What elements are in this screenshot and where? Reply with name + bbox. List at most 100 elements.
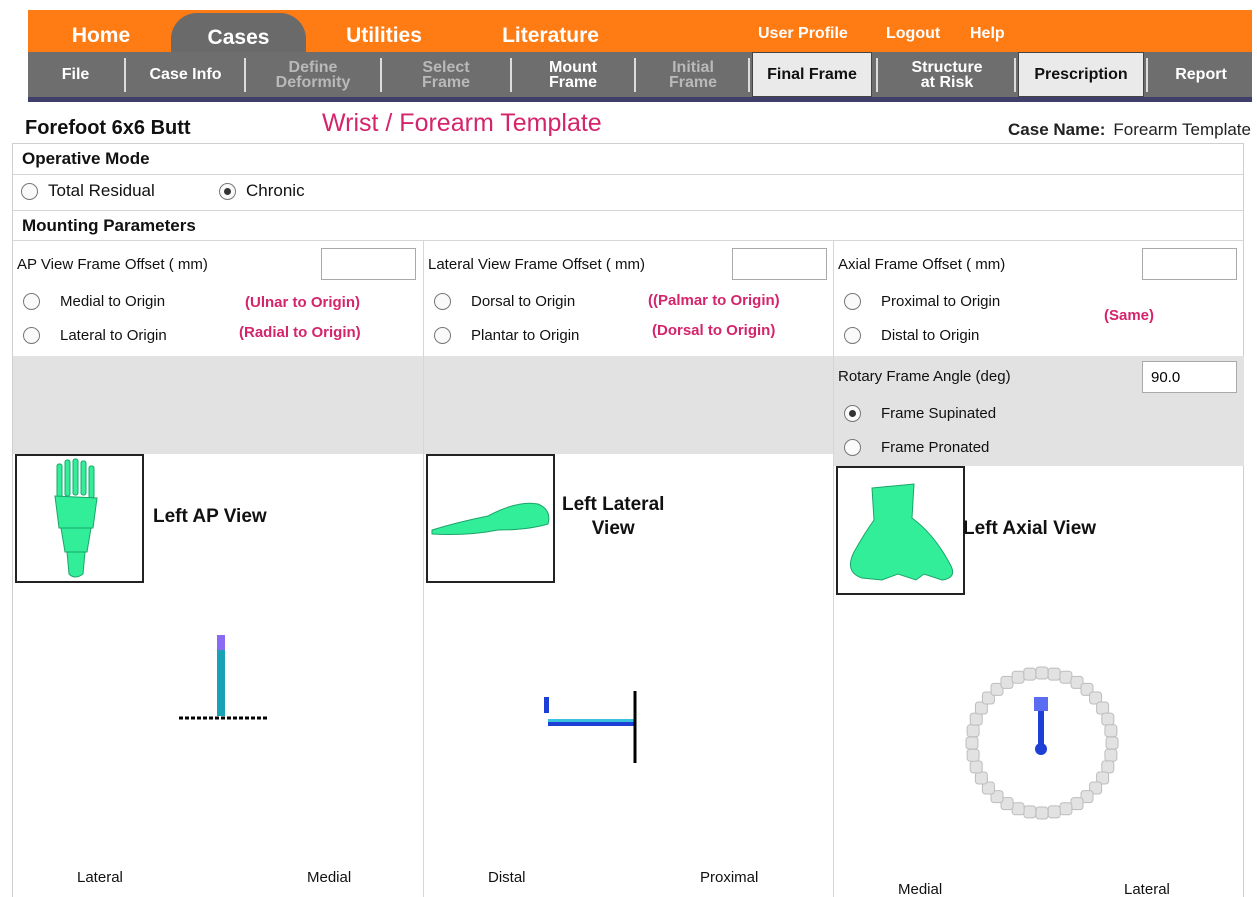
divider xyxy=(244,58,246,92)
radio-proximal-to-origin[interactable] xyxy=(844,293,861,310)
mode-total-residual[interactable]: Total Residual xyxy=(21,181,155,201)
ring-hole xyxy=(1096,701,1110,715)
mounting-parameters-label: Mounting Parameters xyxy=(22,216,196,235)
rotary-option-supinated[interactable]: Frame Supinated xyxy=(844,405,996,422)
radio-lateral-to-origin[interactable] xyxy=(23,327,40,344)
lateral-foot-thumbnail[interactable] xyxy=(426,454,555,583)
lateral-view-column: Lateral View Frame Offset ( mm) Dorsal t… xyxy=(424,241,834,897)
foot-ap-model-icon xyxy=(54,458,98,578)
subnav-file[interactable]: File xyxy=(28,52,123,97)
axial-offset-input[interactable] xyxy=(1142,248,1237,280)
radio-frame-supinated[interactable] xyxy=(844,405,861,422)
radio-medial-to-origin[interactable] xyxy=(23,293,40,310)
radio-dorsal-to-origin[interactable] xyxy=(434,293,451,310)
ring-hole xyxy=(1035,806,1049,820)
ring-hole xyxy=(969,712,983,726)
ring-hole xyxy=(1011,802,1025,816)
ap-foot-thumbnail[interactable] xyxy=(15,454,144,583)
ring-hole xyxy=(1104,748,1118,762)
ring-hole xyxy=(1059,670,1073,684)
ring-hole xyxy=(1035,666,1049,680)
lateral-option-plantar-label: Plantar to Origin xyxy=(471,327,580,344)
case-workflow-nav: File Case Info Define Deformity Select F… xyxy=(28,52,1252,102)
ring-hole xyxy=(969,760,983,774)
ap-option-lateral-label: Lateral to Origin xyxy=(60,327,167,344)
subnav-structure-at-risk[interactable]: Structure at Risk xyxy=(880,52,1014,97)
lateral-axis-distal: Distal xyxy=(488,869,526,886)
operative-mode-row xyxy=(13,175,1243,211)
axial-frame-base xyxy=(1035,743,1047,755)
logout-link[interactable]: Logout xyxy=(886,10,940,58)
ap-offset-label: AP View Frame Offset ( mm) xyxy=(17,256,208,273)
tab-utilities[interactable]: Utilities xyxy=(328,10,440,52)
radio-frame-pronated[interactable] xyxy=(844,439,861,456)
axial-option-distal[interactable]: Distal to Origin xyxy=(844,327,979,344)
radio-distal-to-origin[interactable] xyxy=(844,327,861,344)
radio-plantar-to-origin[interactable] xyxy=(434,327,451,344)
lateral-option-dorsal[interactable]: Dorsal to Origin xyxy=(434,293,575,310)
ring-hole xyxy=(1023,805,1037,819)
lateral-axis-proximal: Proximal xyxy=(700,869,759,886)
ring-hole xyxy=(1059,802,1073,816)
lateral-note-dorsal: (Dorsal to Origin) xyxy=(652,322,776,339)
rotary-angle-input[interactable] xyxy=(1142,361,1237,393)
axial-option-proximal-label: Proximal to Origin xyxy=(881,293,1001,310)
subnav-define-deformity[interactable]: Define Deformity xyxy=(248,52,378,97)
top-navigation: Home Cases Utilities Literature User Pro… xyxy=(28,10,1252,52)
ring-hole xyxy=(966,724,980,738)
subnav-mount-frame[interactable]: Mount Frame xyxy=(514,52,632,97)
case-name-label: Case Name: xyxy=(1008,120,1106,139)
divider xyxy=(1146,58,1148,92)
case-name-value: Forearm Template xyxy=(1113,120,1251,139)
lateral-offset-label: Lateral View Frame Offset ( mm) xyxy=(428,256,646,273)
tab-home[interactable]: Home xyxy=(56,10,146,52)
mode-total-residual-label: Total Residual xyxy=(48,181,155,200)
radio-chronic[interactable] xyxy=(219,182,236,200)
subnav-case-info[interactable]: Case Info xyxy=(128,52,243,97)
lateral-view-title-line2: View xyxy=(591,518,635,539)
mounting-panel: Operative Mode Total Residual Chronic Mo… xyxy=(12,143,1244,897)
axial-option-proximal[interactable]: Proximal to Origin xyxy=(844,293,1000,310)
axial-frame-rod xyxy=(1038,711,1044,745)
subnav-select-frame[interactable]: Select Frame xyxy=(384,52,508,97)
ap-offset-input[interactable] xyxy=(321,248,416,280)
lateral-spacer xyxy=(424,356,833,454)
ap-axis-medial: Medial xyxy=(307,869,352,886)
user-profile-link[interactable]: User Profile xyxy=(758,10,848,58)
rotary-option-supinated-label: Frame Supinated xyxy=(881,405,997,422)
foot-lateral-model-icon xyxy=(431,502,550,535)
lateral-pin xyxy=(544,697,549,713)
rotary-option-pronated-label: Frame Pronated xyxy=(881,439,990,456)
ap-pin-head xyxy=(217,635,225,650)
tab-cases[interactable]: Cases xyxy=(171,13,306,52)
ap-spacer xyxy=(13,356,423,454)
foot-axial-model-icon xyxy=(849,483,954,581)
ap-option-medial[interactable]: Medial to Origin xyxy=(23,293,165,310)
subnav-initial-frame[interactable]: Initial Frame xyxy=(638,52,748,97)
tab-literature[interactable]: Literature xyxy=(488,10,613,52)
template-title: Wrist / Forearm Template xyxy=(322,109,602,137)
ring-hole xyxy=(1047,805,1061,819)
radio-total-residual[interactable] xyxy=(21,182,38,200)
ap-note-radial: (Radial to Origin) xyxy=(239,324,361,341)
lateral-option-plantar[interactable]: Plantar to Origin xyxy=(434,327,579,344)
subnav-report[interactable]: Report xyxy=(1150,52,1252,97)
lateral-frame-rod-highlight xyxy=(548,719,634,722)
mode-chronic[interactable]: Chronic xyxy=(219,181,305,201)
divider xyxy=(124,58,126,92)
ring-hole xyxy=(1105,736,1119,750)
rotary-option-pronated[interactable]: Frame Pronated xyxy=(844,439,989,456)
lateral-note-palmar: ((Palmar to Origin) xyxy=(648,292,780,309)
subnav-final-frame[interactable]: Final Frame xyxy=(752,52,872,97)
lateral-option-dorsal-label: Dorsal to Origin xyxy=(471,293,576,310)
operative-mode-header: Operative Mode xyxy=(13,144,1243,175)
ring-hole xyxy=(1047,667,1061,681)
lateral-offset-input[interactable] xyxy=(732,248,827,280)
help-link[interactable]: Help xyxy=(970,10,1005,58)
axial-foot-thumbnail[interactable] xyxy=(836,466,965,595)
ring-hole xyxy=(974,771,988,785)
subnav-prescription[interactable]: Prescription xyxy=(1018,52,1144,97)
case-name: Case Name: Forearm Template xyxy=(1008,120,1251,140)
ap-option-lateral[interactable]: Lateral to Origin xyxy=(23,327,167,344)
mounting-parameters-header: Mounting Parameters xyxy=(13,211,1243,241)
